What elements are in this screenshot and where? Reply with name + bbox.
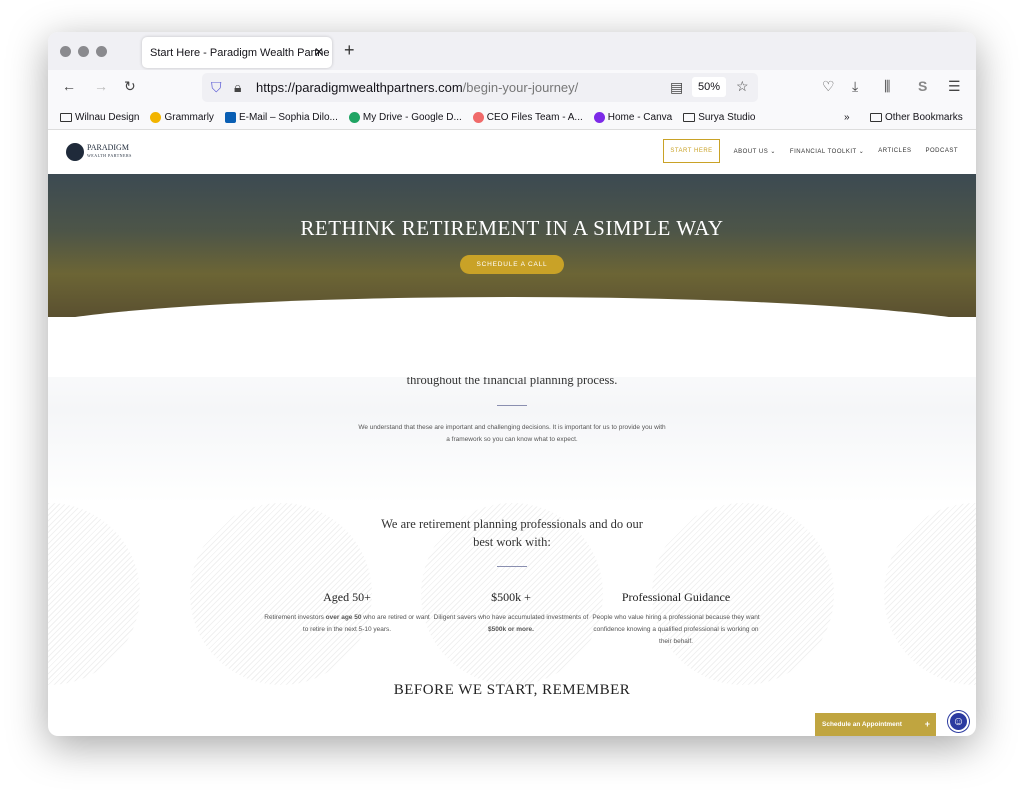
- before-heading: BEFORE WE START, REMEMBER: [393, 682, 631, 698]
- criteria-aged: Aged 50+ Retirement investors over age 50…: [262, 590, 432, 636]
- web-page: PARADIGM WEALTH PARTNERS START HERE ABOUT…: [48, 130, 976, 736]
- main-nav: START HERE ABOUT US ⌄ FINANCIAL TOOLKIT …: [663, 139, 958, 163]
- divider: [497, 405, 527, 406]
- divider: [497, 566, 527, 567]
- logo-name: PARADIGM: [87, 143, 129, 152]
- nav-toolbar: ← → ↻ ⛉ 🔒︎ https://paradigmwealthpartner…: [48, 70, 976, 106]
- bookmark-item[interactable]: Grammarly: [150, 111, 214, 123]
- plus-icon: +: [924, 719, 930, 729]
- bookmark-item[interactable]: Wilnau Design: [60, 112, 139, 123]
- extension-s-icon[interactable]: S: [918, 78, 927, 94]
- professionals-heading: We are retirement planning professionals…: [381, 517, 643, 549]
- tab-title: Start Here - Paradigm Wealth Partne: [150, 47, 330, 59]
- bookmark-item[interactable]: My Drive - Google D...: [348, 111, 462, 123]
- tab-active[interactable]: Start Here - Paradigm Wealth Partne ✕: [142, 37, 332, 68]
- hero-title: RETHINK RETIREMENT IN A SIMPLE WAY: [300, 216, 724, 240]
- forward-icon[interactable]: →: [94, 78, 108, 94]
- nav-articles[interactable]: ARTICLES: [878, 148, 911, 154]
- menu-icon[interactable]: ☰: [948, 78, 961, 95]
- accessibility-icon[interactable]: ☺: [948, 711, 969, 732]
- hero: RETHINK RETIREMENT IN A SIMPLE WAY SCHED…: [48, 174, 976, 377]
- criteria-title: $500k +: [491, 590, 531, 604]
- schedule-appointment-button[interactable]: Schedule an Appointment +: [815, 713, 936, 736]
- lock-icon[interactable]: 🔒︎: [234, 79, 241, 96]
- criteria-assets: $500k + Diligent savers who have accumula…: [426, 590, 596, 636]
- criteria-guidance: Professional Guidance People who value hi…: [592, 590, 760, 645]
- reader-view-icon[interactable]: ▤: [670, 79, 683, 96]
- nav-financial-toolkit[interactable]: FINANCIAL TOOLKIT ⌄: [790, 148, 864, 155]
- other-bookmarks[interactable]: Other Bookmarks: [870, 112, 963, 123]
- method-body: We understand that these are important a…: [358, 424, 666, 443]
- logo-sub: WEALTH PARTNERS: [87, 153, 132, 158]
- criteria-title: Aged 50+: [323, 590, 371, 604]
- schedule-call-button[interactable]: SCHEDULE A CALL: [459, 255, 565, 274]
- library-icon[interactable]: ⫼: [884, 78, 890, 95]
- nav-about-us[interactable]: ABOUT US ⌄: [734, 148, 776, 155]
- close-tab-icon[interactable]: ✕: [314, 45, 324, 59]
- zoom-level[interactable]: 50%: [692, 77, 727, 97]
- bookmarks-bar: Wilnau Design Grammarly E-Mail – Sophia …: [48, 106, 976, 130]
- logo[interactable]: PARADIGM WEALTH PARTNERS: [66, 143, 132, 161]
- new-tab-icon[interactable]: +: [344, 40, 355, 61]
- logo-mark-icon: [66, 143, 84, 161]
- more-bookmarks-icon[interactable]: »: [844, 112, 850, 123]
- nav-podcast[interactable]: PODCAST: [925, 148, 958, 154]
- download-icon[interactable]: ⤓: [852, 78, 858, 95]
- reload-icon[interactable]: ↻: [124, 78, 136, 95]
- shield-icon[interactable]: ⛉: [211, 79, 222, 96]
- tab-bar: Start Here - Paradigm Wealth Partne ✕ +: [48, 32, 976, 70]
- bookmark-item[interactable]: CEO Files Team - A...: [472, 111, 583, 123]
- browser-window: Start Here - Paradigm Wealth Partne ✕ + ←…: [48, 32, 976, 736]
- bookmark-star-icon[interactable]: ☆: [736, 78, 749, 95]
- url-path: /begin-your-journey/: [462, 80, 579, 95]
- criteria-title: Professional Guidance: [621, 590, 731, 604]
- url-host: https://paradigmwealthpartners.com: [256, 80, 463, 95]
- site-header: PARADIGM WEALTH PARTNERS START HERE ABOUT…: [48, 130, 976, 174]
- pocket-icon[interactable]: ♡: [822, 78, 835, 95]
- url-bar[interactable]: ⛉ 🔒︎ https://paradigmwealthpartners.com/…: [202, 73, 758, 102]
- window-controls[interactable]: [60, 46, 107, 57]
- nav-start-here[interactable]: START HERE: [663, 139, 720, 163]
- bookmark-item[interactable]: Surya Studio: [683, 112, 755, 123]
- bookmark-item[interactable]: E-Mail – Sophia Dilo...: [224, 111, 338, 123]
- bookmark-item[interactable]: Home - Canva: [593, 111, 672, 123]
- back-icon[interactable]: ←: [62, 78, 76, 94]
- professionals-section: We are retirement planning professionals…: [48, 503, 976, 736]
